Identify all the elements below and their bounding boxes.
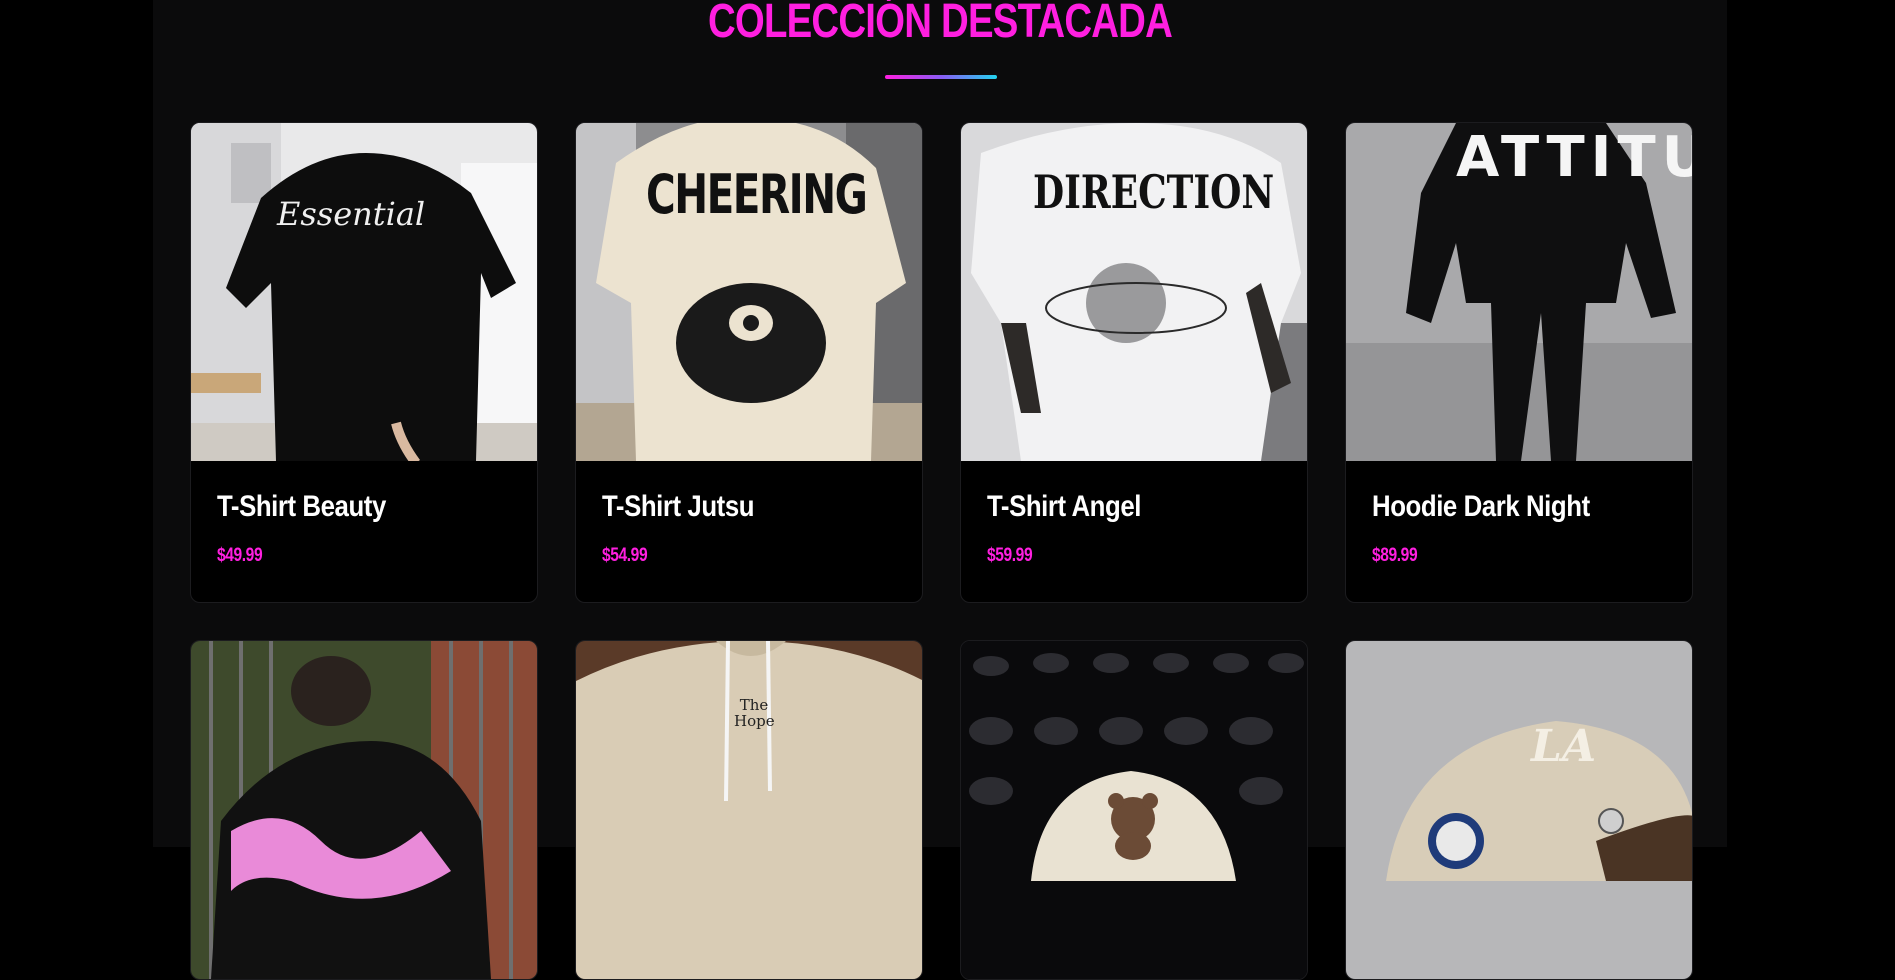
product-image[interactable]: DIRECTION — [961, 123, 1307, 461]
product-card[interactable]: CHEERING T-Shirt Jutsu $54.99 — [575, 122, 923, 603]
print-text: The Hope — [734, 696, 775, 730]
product-card[interactable] — [960, 640, 1308, 980]
product-name[interactable]: T-Shirt Beauty — [217, 490, 386, 524]
product-card[interactable]: ATTITUD Hoodie Dark Night $89.99 — [1345, 122, 1693, 603]
product-name[interactable]: Hoodie Dark Night — [1372, 490, 1590, 524]
product-image[interactable]: CHEERING — [576, 123, 922, 461]
print-text: DIRECTION — [1033, 165, 1275, 219]
product-name[interactable]: T-Shirt Jutsu — [602, 490, 755, 524]
product-image[interactable]: ATTITUD — [1346, 123, 1692, 461]
print-text: ATTITUD — [1456, 125, 1692, 190]
product-image[interactable] — [961, 641, 1307, 979]
product-price: $59.99 — [987, 545, 1033, 566]
product-card[interactable] — [190, 640, 538, 980]
section-title: COLECCIÓN DESTACADA — [707, 0, 1173, 48]
product-image[interactable] — [191, 641, 537, 979]
print-text: LA — [1531, 721, 1597, 772]
product-card[interactable]: LA — [1345, 640, 1693, 980]
title-underline — [885, 75, 997, 79]
product-image[interactable]: Essential — [191, 123, 537, 461]
product-image[interactable]: The Hope — [576, 641, 922, 979]
featured-collection-section: COLECCIÓN DESTACADA Essential T-Shirt Be… — [153, 0, 1727, 980]
product-card[interactable]: DIRECTION T-Shirt Angel $59.99 — [960, 122, 1308, 603]
product-price: $54.99 — [602, 545, 648, 566]
product-price: $89.99 — [1372, 545, 1418, 566]
product-image[interactable]: LA — [1346, 641, 1692, 979]
product-card[interactable]: Essential T-Shirt Beauty $49.99 — [190, 122, 538, 603]
product-card[interactable]: The Hope — [575, 640, 923, 980]
product-name[interactable]: T-Shirt Angel — [987, 490, 1141, 524]
print-text: Essential — [277, 195, 426, 233]
product-price: $49.99 — [217, 545, 263, 566]
print-text: CHEERING — [646, 163, 868, 226]
